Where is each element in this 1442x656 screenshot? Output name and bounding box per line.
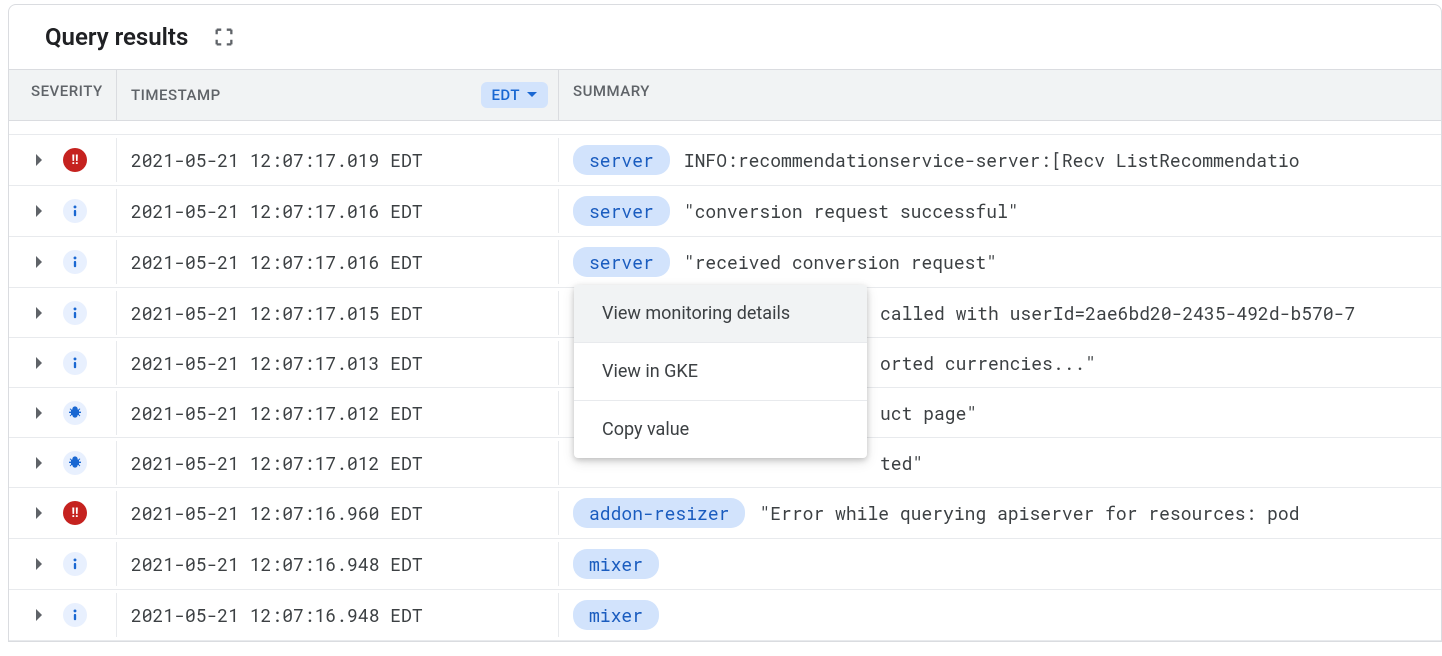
- severity-info-icon: [63, 199, 87, 223]
- menu-item-view-gke[interactable]: View in GKE: [574, 343, 867, 401]
- fullscreen-icon[interactable]: [212, 25, 236, 49]
- cell-summary: server INFO:recommendationservice-server:…: [559, 135, 1441, 185]
- expand-row-icon[interactable]: [31, 354, 49, 372]
- expand-row-icon[interactable]: [31, 151, 49, 169]
- panel-header: Query results: [9, 5, 1441, 69]
- cell-summary: addon-resizer "Error while querying apise…: [559, 488, 1441, 538]
- log-row[interactable]: 2021-05-21 12:07:17.016 EDT server "conver…: [9, 186, 1441, 237]
- severity-debug-icon: [63, 401, 87, 425]
- timezone-label: EDT: [491, 86, 520, 104]
- cell-severity: [9, 291, 117, 335]
- cell-severity: [9, 542, 117, 586]
- column-header-timestamp[interactable]: TIMESTAMP EDT: [117, 70, 559, 120]
- cell-summary: server "conversion request successful": [559, 186, 1441, 236]
- source-tag[interactable]: addon-resizer: [573, 498, 745, 528]
- page-title: Query results: [45, 23, 188, 51]
- cell-timestamp: 2021-05-21 12:07:16.948 EDT: [117, 542, 559, 586]
- log-row[interactable]: 2021-05-21 12:07:16.948 EDT mixer: [9, 539, 1441, 590]
- log-message: "conversion request successful": [684, 199, 1019, 223]
- expand-row-icon[interactable]: [31, 504, 49, 522]
- timestamp-label: TIMESTAMP: [131, 86, 221, 104]
- log-message: "Error while querying apiserver for reso…: [759, 501, 1299, 525]
- source-tag[interactable]: server: [573, 196, 670, 226]
- cell-summary: mixer: [559, 590, 1441, 640]
- cell-timestamp: 2021-05-21 12:07:17.016 EDT: [117, 240, 559, 284]
- cell-timestamp: 2021-05-21 12:07:17.012 EDT: [117, 391, 559, 435]
- severity-info-icon: [63, 250, 87, 274]
- cell-summary: mixer: [559, 539, 1441, 589]
- cell-severity: [9, 593, 117, 637]
- log-message: uct page": [880, 401, 977, 425]
- severity-info-icon: [63, 552, 87, 576]
- expand-row-icon[interactable]: [31, 304, 49, 322]
- cell-summary: server "received conversion request": [559, 237, 1441, 287]
- expand-row-icon[interactable]: [31, 202, 49, 220]
- cell-severity: [9, 240, 117, 284]
- log-row[interactable]: !!2021-05-21 12:07:16.960 EDTaddon-resiz…: [9, 488, 1441, 539]
- context-menu: View monitoring details View in GKE Copy…: [574, 285, 867, 458]
- cell-timestamp: 2021-05-21 12:07:16.948 EDT: [117, 593, 559, 637]
- severity-info-icon: [63, 351, 87, 375]
- cell-severity: [9, 391, 117, 435]
- source-tag[interactable]: server: [573, 247, 670, 277]
- expand-row-icon[interactable]: [31, 606, 49, 624]
- cell-timestamp: 2021-05-21 12:07:16.960 EDT: [117, 491, 559, 535]
- expand-row-icon[interactable]: [31, 404, 49, 422]
- cell-severity: [9, 189, 117, 233]
- severity-debug-icon: [63, 451, 87, 475]
- cell-severity: [9, 441, 117, 485]
- cell-severity: [9, 341, 117, 385]
- severity-error-icon: !!: [63, 148, 87, 172]
- chevron-down-icon: [526, 91, 538, 99]
- log-message: INFO:recommendationservice-server:[Recv …: [684, 148, 1300, 172]
- source-tag[interactable]: mixer: [573, 600, 659, 630]
- expand-row-icon[interactable]: [31, 253, 49, 271]
- source-tag[interactable]: mixer: [573, 549, 659, 579]
- cell-timestamp: 2021-05-21 12:07:17.016 EDT: [117, 189, 559, 233]
- log-message: called with userId=2ae6bd20-2435-492d-b5…: [880, 301, 1355, 325]
- log-message: orted currencies...": [880, 351, 1096, 375]
- log-row[interactable]: 2021-05-21 12:07:17.016 EDT server "receiv…: [9, 237, 1441, 288]
- cell-severity: !!: [9, 491, 117, 535]
- menu-item-view-monitoring[interactable]: View monitoring details: [574, 285, 867, 343]
- partial-row-top: [9, 121, 1441, 135]
- log-message: "received conversion request": [684, 250, 997, 274]
- column-header-severity[interactable]: SEVERITY: [9, 70, 117, 120]
- expand-row-icon[interactable]: [31, 454, 49, 472]
- timezone-selector[interactable]: EDT: [481, 82, 548, 108]
- table-header: SEVERITY TIMESTAMP EDT SUMMARY: [9, 69, 1441, 121]
- log-rows: !! 2021-05-21 12:07:17.019 EDT server INFO:…: [9, 121, 1441, 641]
- cell-timestamp: 2021-05-21 12:07:17.015 EDT: [117, 291, 559, 335]
- log-row[interactable]: 2021-05-21 12:07:16.948 EDT mixer: [9, 590, 1441, 641]
- severity-error-icon: !!: [63, 501, 87, 525]
- menu-item-copy-value[interactable]: Copy value: [574, 401, 867, 458]
- log-row[interactable]: !! 2021-05-21 12:07:17.019 EDT server INFO:…: [9, 135, 1441, 186]
- cell-timestamp: 2021-05-21 12:07:17.013 EDT: [117, 341, 559, 385]
- source-tag[interactable]: server: [573, 145, 670, 175]
- cell-severity: !!: [9, 138, 117, 182]
- severity-info-icon: [63, 603, 87, 627]
- severity-info-icon: [63, 301, 87, 325]
- query-results-panel: Query results SEVERITY TIMESTAMP EDT SUM…: [8, 4, 1442, 642]
- expand-row-icon[interactable]: [31, 555, 49, 573]
- column-header-summary[interactable]: SUMMARY: [559, 70, 1441, 120]
- log-message: ted": [880, 451, 923, 475]
- cell-timestamp: 2021-05-21 12:07:17.012 EDT: [117, 441, 559, 485]
- cell-timestamp: 2021-05-21 12:07:17.019 EDT: [117, 138, 559, 182]
